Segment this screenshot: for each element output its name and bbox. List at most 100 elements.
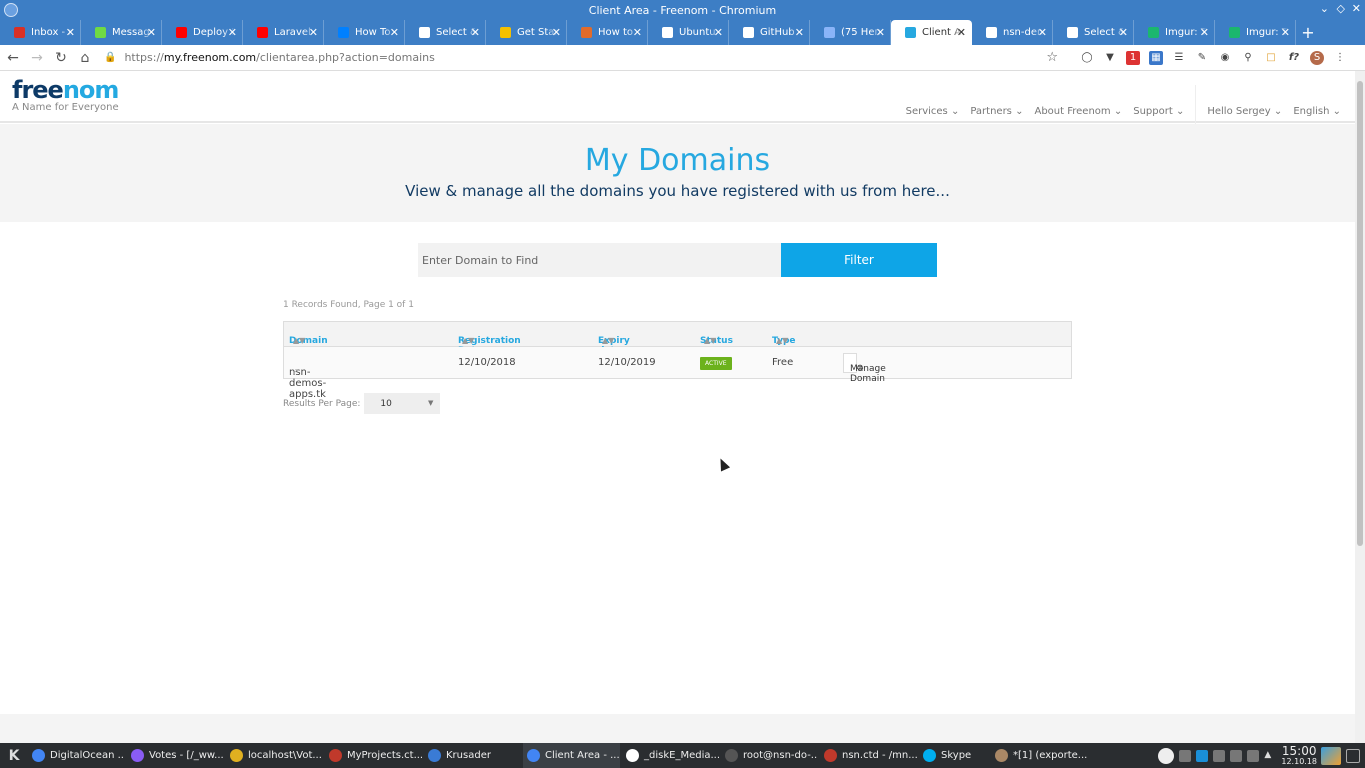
manage-domain-button[interactable]: Manage Domain ⚙ [843,353,886,384]
nav-support[interactable]: Support ⌄ [1133,106,1184,117]
imgur-icon [1148,27,1159,38]
tab-close-icon[interactable]: ✕ [633,26,642,39]
tray-app-icon[interactable] [1158,747,1175,764]
extension-icon[interactable]: □ [1264,51,1278,65]
extension-icon[interactable]: ◉ [1218,51,1232,65]
chevron-down-icon: ⌄ [1113,105,1123,117]
browser-tab[interactable]: Get Star ✕ [486,20,567,45]
tab-close-icon[interactable]: ✕ [795,26,804,39]
nav-language[interactable]: English ⌄ [1293,106,1341,117]
nav-user-menu[interactable]: Hello Sergey ⌄ [1207,106,1282,117]
taskbar-item[interactable]: _diskE_Media... [622,743,719,768]
tray-display-icon[interactable] [1230,749,1243,762]
tab-close-icon[interactable]: ✕ [471,26,480,39]
function-icon[interactable]: f? [1287,51,1301,65]
back-icon[interactable]: ← [2,47,24,69]
domain-search-input[interactable]: Enter Domain to Find [418,243,781,277]
address-bar[interactable]: 🔒 https:// my.freenom.com /clientarea.ph… [104,47,1064,69]
new-tab-button[interactable]: + [1296,20,1320,45]
tab-close-icon[interactable]: ✕ [714,26,723,39]
extension-icon[interactable]: ☰ [1172,51,1186,65]
tab-close-icon[interactable]: ✕ [390,26,399,39]
per-page-select[interactable]: 10 ▼ [364,393,441,414]
nav-about[interactable]: About Freenom ⌄ [1034,106,1122,117]
tab-close-icon[interactable]: ✕ [1119,26,1128,39]
tab-close-icon[interactable]: ✕ [1200,26,1209,39]
vpn-extension-icon[interactable]: ▼ [1103,51,1117,65]
home-icon[interactable]: ⌂ [74,47,96,69]
tab-close-icon[interactable]: ✕ [1038,26,1047,39]
tab-close-icon[interactable]: ✕ [1281,26,1290,39]
browser-tab[interactable]: Select & ✕ [405,20,486,45]
browser-tab[interactable]: Laravel 5 ✕ [243,20,324,45]
freenom-logo[interactable]: freenom A Name for Everyone [12,77,119,113]
start-menu-icon[interactable]: K [0,743,28,768]
extension-icon[interactable]: ◯ [1080,51,1094,65]
tray-expand-icon[interactable]: ▲ [1264,750,1276,762]
reload-icon[interactable]: ↻ [50,47,72,69]
taskbar-item[interactable]: *[1] (exporte... [991,743,1088,768]
clock[interactable]: 15:00 12.10.18 [1281,745,1317,766]
pager-icon[interactable] [1346,748,1360,763]
browser-tab[interactable]: (75 Непр ✕ [810,20,891,45]
nav-partners[interactable]: Partners ⌄ [970,106,1023,117]
bookmark-star-icon[interactable]: ☆ [1046,50,1058,65]
table-header: Domain▲▼ Registration Date▲▼ Expiry date… [284,322,1071,356]
taskbar-item[interactable]: Skype [919,743,989,768]
scrollbar-thumb[interactable] [1357,81,1363,546]
taskbar-item[interactable]: MyProjects.ct... [325,743,422,768]
extension-icon[interactable]: ▦ [1149,50,1163,65]
gitbook-icon [500,27,511,38]
taskbar-item[interactable]: DigitalOcean ... [28,743,125,768]
url-host: my.freenom.com [163,51,257,64]
taskbar-item[interactable]: nsn.ctd - /mn... [820,743,917,768]
tray-info-icon[interactable] [1179,749,1192,762]
taskbar-item[interactable]: Client Area - ... [523,743,620,768]
nav-divider [1195,85,1197,129]
tab-close-icon[interactable]: ✕ [552,26,561,39]
close-window-icon[interactable]: ✕ [1352,2,1361,15]
tab-close-icon[interactable]: ✕ [66,26,75,39]
show-desktop-icon[interactable] [1321,746,1341,765]
browser-tab[interactable]: Ubuntu ✕ [648,20,729,45]
tray-clipboard-icon[interactable] [1247,749,1260,762]
eyedropper-icon[interactable]: ✎ [1195,51,1209,65]
maximize-icon[interactable]: ◇ [1337,2,1345,15]
browser-tab[interactable]: Inbox - r ✕ [0,20,81,45]
browser-tab[interactable]: nsn-den ✕ [972,20,1053,45]
app-icon [824,749,837,762]
tab-close-icon[interactable]: ✕ [228,26,237,39]
forward-icon[interactable]: → [26,47,48,69]
extension-badge-icon[interactable]: 1 [1126,50,1140,65]
profile-avatar[interactable]: S [1310,50,1324,65]
minimize-icon[interactable]: ⌄ [1320,2,1329,15]
filter-button[interactable]: Filter [781,243,937,277]
browser-tab[interactable]: Messag ✕ [81,20,162,45]
tab-close-icon[interactable]: ✕ [147,26,156,39]
taskbar-label: Skype [941,750,972,761]
taskbar-item[interactable]: root@nsn-do-... [721,743,818,768]
browser-tab[interactable]: How To ✕ [324,20,405,45]
external-link-icon[interactable]: ↗ [292,367,299,376]
tab-close-icon[interactable]: ✕ [876,26,885,39]
table-row: nsn-demos-apps.tk ↗ 12/10/2018 12/10/2019… [284,347,1071,400]
tray-skype-icon[interactable] [1196,749,1209,762]
page-scrollbar[interactable] [1355,71,1365,743]
web-page: freenom A Name for Everyone Services ⌄ P… [0,71,1355,743]
taskbar-item[interactable]: Votes - [/_ww... [127,743,224,768]
taskbar-item[interactable]: localhost\Vot... [226,743,323,768]
nav-services[interactable]: Services ⌄ [906,106,960,117]
browser-tab[interactable]: Imgur: T ✕ [1134,20,1215,45]
browser-tab[interactable]: How to ✕ [567,20,648,45]
browser-tab[interactable]: Imgur: T ✕ [1215,20,1296,45]
tab-close-icon[interactable]: ✕ [309,26,318,39]
browser-tab[interactable]: Select & ✕ [1053,20,1134,45]
menu-icon[interactable]: ⋮ [1333,51,1347,65]
browser-tab[interactable]: Deploy L ✕ [162,20,243,45]
tray-network-icon[interactable] [1213,749,1226,762]
taskbar-item[interactable]: Krusader [424,743,521,768]
search-icon[interactable]: ⚲ [1241,51,1255,65]
tab-close-icon[interactable]: ✕ [957,26,966,39]
browser-tab[interactable]: GitHub ✕ [729,20,810,45]
browser-tab[interactable]: Client Ar ✕ [891,20,972,45]
